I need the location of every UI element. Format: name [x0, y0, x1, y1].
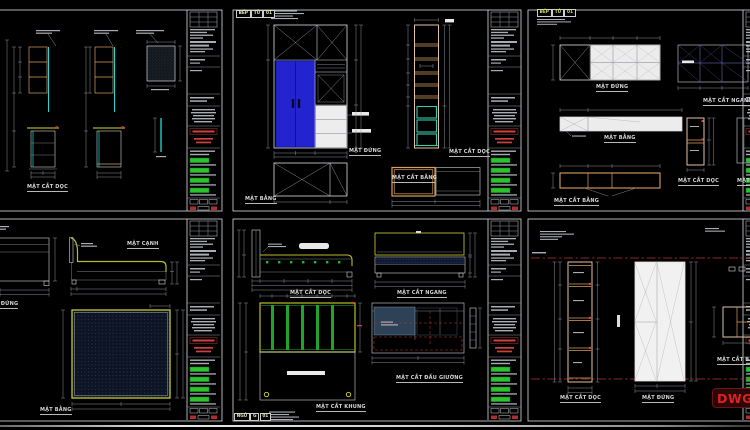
- teal-drawer: [416, 133, 438, 147]
- bed-plan: [71, 309, 171, 399]
- view-label-section-headboard: MẶT CẮT ĐẦU GIƯỜNG: [396, 375, 463, 383]
- headboard-section: [371, 302, 465, 354]
- view-label-plan: MẶT BẰNG: [40, 407, 72, 415]
- view-label-section-vertical: MẶT CẮT DỌC: [560, 395, 601, 403]
- teal-drawer: [416, 119, 438, 133]
- sheet2-wardrobe-drawing: [232, 9, 522, 212]
- mattress-band: [376, 258, 464, 264]
- wardrobe-door-elevation: [634, 261, 686, 382]
- wardrobe-horizontal-section-partial: [722, 266, 750, 338]
- bed-head-elevation: [0, 237, 50, 286]
- wardrobe-elevation: [273, 24, 348, 149]
- sheet2-code-header: BẾP TỦ 01: [236, 10, 275, 18]
- side-profile-bar: [469, 307, 477, 349]
- note-text: [532, 228, 725, 254]
- view-label-plan: MẶT BẰNG: [604, 135, 636, 143]
- view-label-section-cross: MẶT CẮT NGANG: [397, 290, 447, 298]
- sheet2-code-number: 01: [263, 10, 275, 18]
- title-block: [186, 9, 221, 212]
- view-label-section-vertical: MẶT CẮT DỌC: [449, 149, 490, 157]
- view-label-side: MẶT CẠNH: [127, 241, 159, 249]
- view-label-section-vertical: MẶT CẮT DỌC: [27, 184, 68, 192]
- wardrobe-vertical-section: [567, 261, 593, 383]
- bed-vertical-section: [251, 229, 353, 278]
- drawer-stack: [315, 105, 347, 148]
- wall-cabinet-cross-section: [677, 44, 749, 83]
- sheet3-code-header: BẾP TỦ 01: [537, 9, 576, 17]
- view-label-elevation-partial: MẶT ĐỨNG: [0, 302, 19, 309]
- door-handle: [291, 99, 295, 108]
- wall-cabinet-plan: [559, 116, 683, 132]
- view-label-section-partial: MẶT CẮT BẰNG: [737, 179, 750, 186]
- wall-cabinet-vertical-section: [686, 117, 705, 166]
- title-block: [487, 9, 522, 212]
- cad-sheet-montage: BẾP TỦ 01 BẾP TỦ 01 NGỦ G 01 MẶT CẮT DỌC…: [0, 0, 750, 430]
- pillow: [299, 243, 329, 249]
- cad-line-work: [0, 9, 750, 422]
- sheet5-code-item: G: [250, 413, 260, 421]
- sheet2-code-room: BẾP: [236, 10, 251, 18]
- bed-cross-section: [374, 231, 466, 278]
- view-label-elevation: MẶT ĐỨNG: [642, 395, 675, 403]
- view-label-section-frame: MẶT CẮT KHUNG: [316, 404, 366, 412]
- slats: [271, 305, 334, 350]
- tall-cabinet-section-a: [27, 46, 59, 170]
- sheet5-code-header: NGỦ G 01: [234, 413, 271, 421]
- wall-cabinet-horizontal-section: [559, 172, 661, 189]
- sheet1-kitchen-cabinet-sections: [0, 9, 223, 212]
- view-label-section-plan: MẶT CẮT BẰNG: [717, 358, 750, 365]
- header-note-text: [537, 19, 571, 25]
- footer-note-text: [269, 411, 299, 421]
- teal-drawer: [416, 105, 438, 119]
- view-label-section-plan: MẶT CẮT BẰNG: [392, 175, 438, 183]
- sheet5-code-number: 01: [259, 413, 271, 421]
- door-handle: [297, 99, 301, 108]
- sheet4-bed-drawing: [0, 218, 223, 422]
- sheet-frame: [0, 9, 223, 212]
- wardrobe-plan: [273, 162, 348, 197]
- bed-frame-section: [259, 301, 356, 401]
- sheet3-code-number: 01: [564, 9, 576, 17]
- header-note-text: [271, 10, 304, 20]
- sheet3-code-item: TỦ: [552, 9, 564, 17]
- note-text: [36, 30, 164, 34]
- view-label-plan: MẶT BẰNG: [245, 196, 277, 204]
- view-label-elevation: MẶT ĐỨNG: [349, 148, 382, 156]
- sheet5-bed-sections-drawing: [232, 218, 522, 422]
- wardrobe-vertical-section: [414, 24, 439, 149]
- view-label-section-plan: MẶT CẮT BẰNG: [554, 198, 600, 206]
- title-block: [487, 218, 522, 421]
- view-label-elevation: MẶT ĐỨNG: [596, 84, 629, 92]
- bottom-divider-line: [0, 425, 750, 427]
- view-label-section-cross: MẶT CẮT NGANG: [703, 99, 750, 106]
- panel-hatch-detail: [146, 45, 176, 82]
- sheet2-code-item: TỦ: [251, 10, 263, 18]
- wall-cabinet-elevation: [559, 44, 661, 81]
- title-block: [186, 218, 221, 421]
- dwg-watermark-badge: DWGS: [712, 388, 750, 408]
- view-label-section-vertical: MẶT CẮT DỌC: [290, 290, 331, 298]
- tall-cabinet-section-b: [93, 46, 125, 168]
- dwg-watermark-text: DWGS: [717, 390, 750, 406]
- sheet5-code-room: NGỦ: [234, 413, 250, 421]
- view-label-section-vertical: MẶT CẮT DỌC: [678, 178, 719, 186]
- sheet3-code-room: BẾP: [537, 9, 552, 17]
- partial-section-view: [736, 117, 750, 164]
